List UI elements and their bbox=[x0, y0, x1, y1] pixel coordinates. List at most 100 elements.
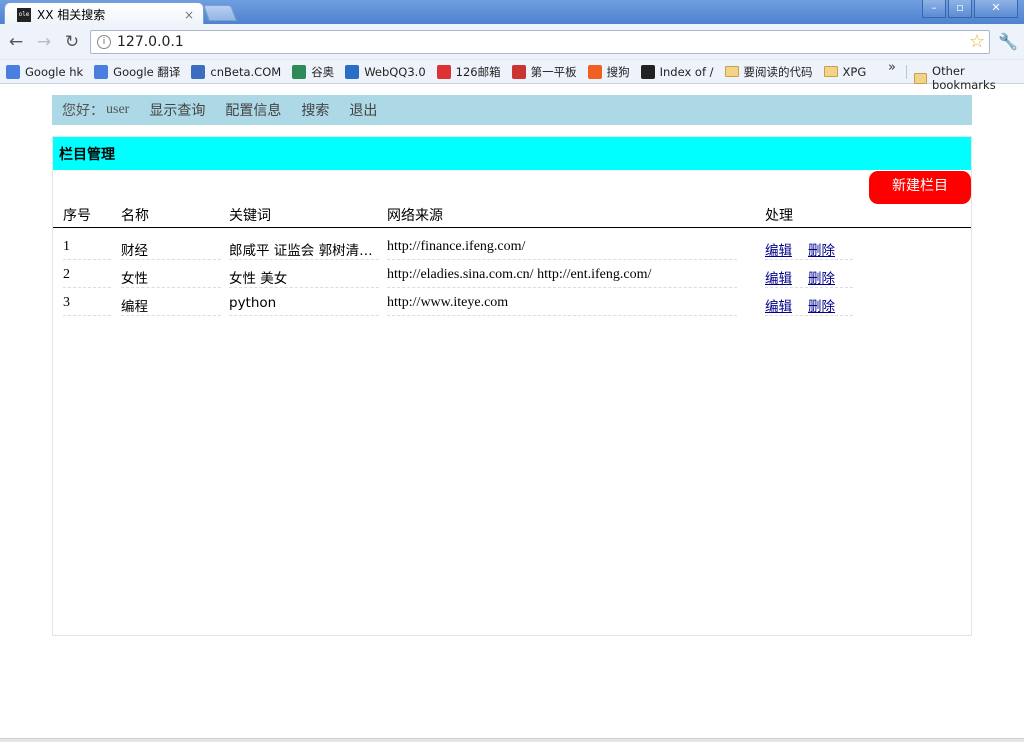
sogou-icon bbox=[587, 64, 602, 79]
bookmarks-overflow-chevron-icon[interactable]: » bbox=[888, 60, 896, 75]
table-row: 3 编程 python http://www.iteye.com 编辑 删除 bbox=[53, 289, 971, 317]
cell-keywords: 女性 美女 bbox=[229, 267, 379, 288]
cell-name: 编程 bbox=[121, 295, 221, 316]
header-source: 网络来源 bbox=[387, 208, 443, 224]
index-icon bbox=[640, 64, 655, 79]
page-container: 您好： user 显示查询 配置信息 搜索 退出 栏目管理 新建栏目 序号 名称… bbox=[52, 95, 972, 636]
bookmark-label: Google hk bbox=[25, 64, 84, 79]
guao-icon bbox=[292, 64, 307, 79]
bookmark-label: XPG bbox=[842, 64, 867, 79]
bookmark-label: 要阅读的代码 bbox=[743, 64, 813, 79]
table-row: 1 财经 郎咸平 证监会 郭树清… http://finance.ifeng.com/… bbox=[53, 233, 971, 261]
username: user bbox=[106, 102, 130, 117]
bookmark-item[interactable]: 谷奥 bbox=[292, 64, 334, 80]
page-info-icon[interactable]: i bbox=[97, 35, 111, 49]
forward-arrow-icon[interactable]: → bbox=[34, 32, 54, 52]
cell-actions: 编辑 删除 bbox=[765, 239, 853, 260]
google-icon bbox=[6, 64, 20, 79]
cell-actions: 编辑 删除 bbox=[765, 267, 853, 288]
greeting-label: 您好： bbox=[62, 103, 104, 119]
mail126-icon bbox=[436, 64, 451, 79]
folder-icon bbox=[724, 66, 739, 77]
other-bookmarks[interactable]: Other bookmarks bbox=[914, 64, 1024, 92]
wrench-menu-icon[interactable]: 🔧 bbox=[998, 32, 1018, 51]
bookmark-item[interactable]: 第一平板 bbox=[511, 64, 577, 80]
delete-link[interactable]: 删除 bbox=[808, 271, 835, 287]
cell-no: 1 bbox=[63, 239, 111, 260]
bookmark-label: 谷奥 bbox=[311, 64, 335, 79]
cell-name: 女性 bbox=[121, 267, 221, 288]
table-header: 序号 名称 关键词 网络来源 处理 bbox=[53, 203, 971, 228]
new-tab-button[interactable] bbox=[203, 5, 237, 21]
browser-toolbar: ← → ↻ i 127.0.0.1 ☆ 🔧 bbox=[0, 24, 1024, 60]
bookmark-label: WebQQ3.0 bbox=[364, 64, 426, 79]
column-management-panel: 栏目管理 新建栏目 序号 名称 关键词 网络来源 处理 1 财经 郎咸平 证监会 郭… bbox=[52, 136, 972, 636]
address-text[interactable]: 127.0.0.1 bbox=[117, 34, 184, 50]
folder-icon bbox=[823, 66, 838, 77]
tab-favicon-icon: ole bbox=[17, 7, 31, 22]
delete-link[interactable]: 删除 bbox=[808, 299, 835, 315]
bookmark-item[interactable]: XPG bbox=[823, 64, 867, 79]
bookmark-item[interactable]: WebQQ3.0 bbox=[345, 64, 426, 79]
header-no: 序号 bbox=[63, 208, 91, 224]
cell-source: http://www.iteye.com bbox=[387, 295, 737, 316]
bookmark-item[interactable]: 搜狗 bbox=[587, 64, 630, 80]
folder-icon bbox=[914, 72, 928, 84]
reload-icon[interactable]: ↻ bbox=[62, 32, 82, 52]
bookmark-label: 搜狗 bbox=[606, 64, 630, 79]
back-arrow-icon[interactable]: ← bbox=[6, 32, 26, 52]
bookmarks-bar: Google hk Google 翻译 cnBeta.COM 谷奥 WebQQ3.0 12… bbox=[0, 60, 1024, 92]
browser-titlebar: ole XX 相关搜索 × – ▫ ✕ bbox=[0, 0, 1024, 26]
bookmark-label: 126邮箱 bbox=[455, 64, 501, 79]
bookmark-item[interactable]: Index of / bbox=[640, 64, 714, 79]
edit-link[interactable]: 编辑 bbox=[765, 299, 792, 315]
browser-bottom-edge bbox=[0, 738, 1024, 742]
new-column-button[interactable]: 新建栏目 bbox=[869, 171, 971, 204]
cnbeta-icon bbox=[191, 64, 206, 79]
table-row: 2 女性 女性 美女 http://eladies.sina.com.cn/ http… bbox=[53, 261, 971, 289]
bookmark-label: 第一平板 bbox=[530, 64, 577, 79]
cell-no: 2 bbox=[63, 267, 111, 288]
address-bar[interactable]: i 127.0.0.1 ☆ bbox=[90, 30, 990, 54]
cell-actions: 编辑 删除 bbox=[765, 295, 853, 316]
maximize-button[interactable]: ▫ bbox=[948, 0, 972, 18]
cell-source: http://eladies.sina.com.cn/ http://ent.i… bbox=[387, 267, 737, 288]
top-navigation: 您好： user 显示查询 配置信息 搜索 退出 bbox=[52, 95, 972, 125]
delete-link[interactable]: 删除 bbox=[808, 243, 835, 259]
bookmark-item[interactable]: Google hk bbox=[6, 64, 84, 79]
bookmarks-divider bbox=[906, 65, 907, 79]
bookmark-item[interactable]: Google 翻译 bbox=[94, 64, 180, 80]
cell-keywords: 郎咸平 证监会 郭树清… bbox=[229, 239, 379, 260]
tab-close-icon[interactable]: × bbox=[181, 8, 197, 22]
edit-link[interactable]: 编辑 bbox=[765, 243, 792, 259]
qq-icon bbox=[345, 64, 360, 79]
window-controls: – ▫ ✕ bbox=[920, 0, 1018, 18]
edit-link[interactable]: 编辑 bbox=[765, 271, 792, 287]
nav-link-show-query[interactable]: 显示查询 bbox=[149, 100, 205, 120]
close-window-button[interactable]: ✕ bbox=[974, 0, 1018, 18]
header-actions: 处理 bbox=[765, 208, 793, 224]
translate-icon bbox=[94, 64, 109, 79]
panel-title: 栏目管理 bbox=[53, 137, 971, 170]
bookmark-label: cnBeta.COM bbox=[210, 64, 282, 79]
other-bookmarks-label: Other bookmarks bbox=[932, 64, 996, 92]
tab-title: XX 相关搜索 bbox=[37, 8, 106, 22]
browser-tab[interactable]: ole XX 相关搜索 × bbox=[4, 2, 204, 26]
nav-link-logout[interactable]: 退出 bbox=[349, 100, 377, 120]
tablet-icon bbox=[511, 64, 526, 79]
nav-link-search[interactable]: 搜索 bbox=[301, 100, 329, 120]
minimize-button[interactable]: – bbox=[922, 0, 946, 18]
bookmark-star-icon[interactable]: ☆ bbox=[969, 31, 985, 52]
cell-source: http://finance.ifeng.com/ bbox=[387, 239, 737, 260]
bookmark-label: Index of / bbox=[659, 64, 714, 79]
cell-keywords: python bbox=[229, 295, 379, 316]
bookmark-label: Google 翻译 bbox=[113, 64, 181, 79]
header-name: 名称 bbox=[121, 208, 149, 224]
nav-link-config[interactable]: 配置信息 bbox=[225, 100, 281, 120]
bookmark-item[interactable]: 126邮箱 bbox=[436, 64, 501, 80]
bookmark-item[interactable]: 要阅读的代码 bbox=[724, 64, 813, 80]
bookmark-item[interactable]: cnBeta.COM bbox=[191, 64, 282, 79]
cell-name: 财经 bbox=[121, 239, 221, 260]
header-keywords: 关键词 bbox=[229, 208, 271, 224]
cell-no: 3 bbox=[63, 295, 111, 316]
